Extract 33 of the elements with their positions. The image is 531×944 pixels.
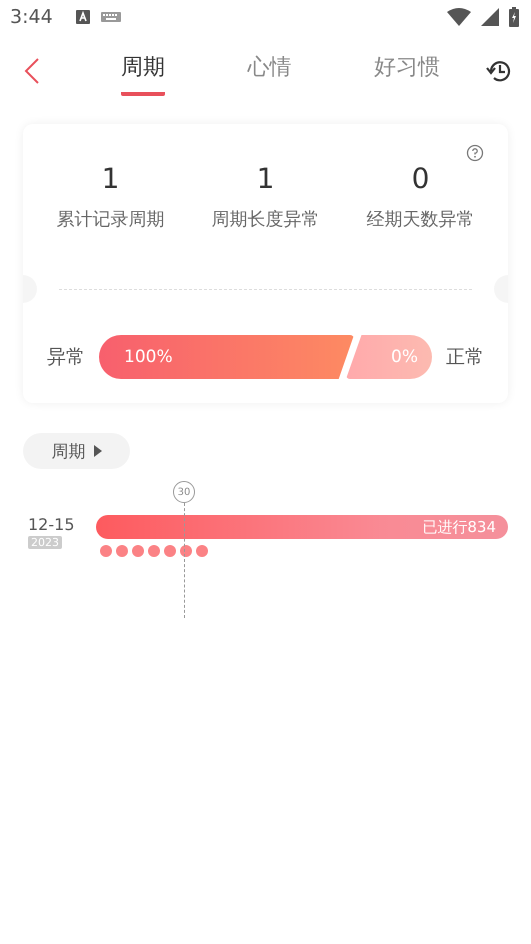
status-time: 3:44 xyxy=(10,6,53,28)
normal-bar: 0% xyxy=(346,335,432,379)
period-dot xyxy=(148,545,160,557)
signal-icon xyxy=(481,8,499,26)
cycle-bar[interactable]: 已进行834 xyxy=(96,515,508,539)
stat-value: 0 xyxy=(412,162,430,195)
abnormal-bar: 100% xyxy=(99,335,354,379)
battery-icon xyxy=(509,7,519,27)
filter-button[interactable]: 周期 xyxy=(23,433,130,469)
stat-value: 1 xyxy=(102,162,120,195)
period-dot xyxy=(180,545,192,557)
keyboard-icon xyxy=(100,11,121,23)
stat-label: 周期长度异常 xyxy=(212,208,320,231)
stat-value: 1 xyxy=(256,162,274,195)
ratio-label: 正常 xyxy=(446,345,484,370)
tab[interactable]: 周期 xyxy=(121,46,166,96)
tab[interactable]: 好习惯 xyxy=(374,46,440,96)
stat-label: 经期天数异常 xyxy=(366,208,474,231)
period-dot xyxy=(196,545,208,557)
cycle-date: 12-15 xyxy=(28,515,74,534)
wifi-icon xyxy=(447,8,471,26)
day-marker: 30 xyxy=(173,481,195,503)
play-icon xyxy=(94,445,102,457)
back-icon[interactable] xyxy=(24,57,40,85)
period-dot xyxy=(100,545,112,557)
font-icon xyxy=(74,9,91,25)
period-dot xyxy=(164,545,176,557)
help-icon[interactable] xyxy=(466,144,484,162)
stat-label: 累计记录周期 xyxy=(56,208,164,231)
tab[interactable]: 心情 xyxy=(247,46,292,96)
ratio-label: 异常 xyxy=(47,345,85,370)
period-dot xyxy=(132,545,144,557)
period-dot xyxy=(116,545,128,557)
